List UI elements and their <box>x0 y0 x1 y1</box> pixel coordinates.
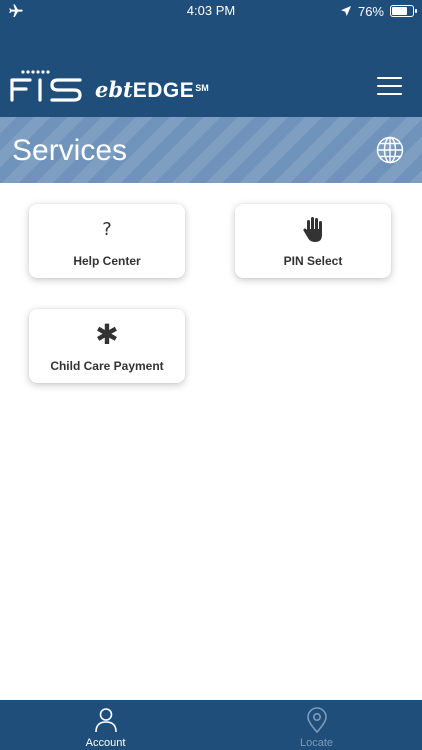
bottom-tab-bar: Account Locate <box>0 700 422 750</box>
product-name-ebt: ebt <box>95 77 133 102</box>
child-care-payment-label: Child Care Payment <box>50 359 164 373</box>
status-bar: 4:03 PM 76% <box>0 0 422 22</box>
product-name-edge: EDGE <box>132 79 195 102</box>
help-center-button[interactable]: ? Help Center <box>29 204 185 278</box>
help-center-label: Help Center <box>73 254 141 268</box>
child-care-payment-button[interactable]: ✱ Child Care Payment <box>29 309 185 383</box>
tab-locate[interactable]: Locate <box>211 700 422 750</box>
service-mark: SM <box>195 83 209 93</box>
globe-icon[interactable] <box>376 136 404 164</box>
brand-logo: ebtEDGESM <box>10 66 209 102</box>
page-title: Services <box>12 134 128 167</box>
asterisk-icon: ✱ <box>95 318 119 351</box>
product-name: ebtEDGESM <box>95 79 209 102</box>
page-banner: Services <box>0 117 422 183</box>
battery-level-fill <box>392 7 407 15</box>
status-right-group: 76% <box>340 3 417 19</box>
app-header: 4:03 PM 76% ebtEDGESM <box>0 0 422 117</box>
fis-logo-icon <box>10 70 82 102</box>
tab-account-label: Account <box>85 737 126 749</box>
pin-select-label: PIN Select <box>283 254 343 268</box>
tab-account[interactable]: Account <box>0 700 211 750</box>
location-arrow-icon <box>340 6 351 16</box>
hamburger-menu-icon[interactable] <box>377 77 402 95</box>
person-icon <box>95 708 117 733</box>
pin-select-button[interactable]: PIN Select <box>235 204 391 278</box>
battery-percentage: 76% <box>357 3 384 19</box>
map-pin-icon <box>307 707 327 733</box>
hand-icon <box>235 216 391 244</box>
battery-icon <box>390 5 417 17</box>
question-mark-icon: ? <box>102 219 112 240</box>
tab-locate-label: Locate <box>299 737 334 749</box>
